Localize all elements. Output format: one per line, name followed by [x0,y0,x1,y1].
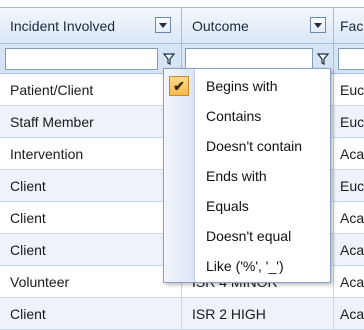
filter-icon[interactable] [162,52,176,66]
column-header-label: Incident Involved [10,17,116,34]
cell-incident: Volunteer [0,266,182,297]
cell-incident: Client [0,170,182,201]
menu-item-begins-with[interactable]: ✔ Begins with [164,71,330,101]
column-header-incident-involved[interactable]: Incident Involved [0,7,182,44]
cell-incident: Client [0,298,182,329]
filter-input-facility[interactable] [338,48,364,70]
filter-cell-incident [0,44,182,74]
menu-item-label: Contains [206,108,262,124]
cell-facility: Aca [334,266,364,297]
menu-item-label: Doesn't equal [206,228,292,244]
menu-item-doesnt-contain[interactable]: Doesn't contain [164,131,330,161]
column-header-label: Fac [340,17,364,34]
incident-grid: Incident Involved Outcome Fac Patient/Cl… [0,0,364,330]
cell-incident: Client [0,202,182,233]
menu-item-contains[interactable]: Contains [164,101,330,131]
menu-item-like[interactable]: Like ('%', '_') [164,251,330,281]
menu-item-label: Doesn't contain [206,138,303,154]
menu-item-label: Equals [206,198,249,214]
table-row[interactable]: Client ISR 2 HIGH Aca [0,298,364,330]
menu-item-equals[interactable]: Equals [164,191,330,221]
filter-input-outcome[interactable] [185,48,313,70]
menu-item-doesnt-equal[interactable]: Doesn't equal [164,221,330,251]
cell-facility: Aca [334,202,364,233]
cell-incident: Staff Member [0,106,182,137]
column-header-facility[interactable]: Fac [334,7,364,44]
cell-facility: Euc [334,74,364,105]
cell-facility: Euc [334,170,364,201]
menu-item-label: Ends with [206,168,267,184]
cell-outcome: ISR 2 HIGH [182,298,334,329]
column-menu-dropdown-icon[interactable] [155,17,171,33]
column-menu-dropdown-icon[interactable] [310,17,326,33]
filter-input-incident[interactable] [5,48,158,70]
menu-item-label: Begins with [206,78,278,94]
menu-item-ends-with[interactable]: Ends with [164,161,330,191]
cell-facility: Aca [334,138,364,169]
cell-facility: Aca [334,298,364,329]
menu-item-label: Like ('%', '_') [206,258,284,274]
filter-condition-menu: ✔ Begins with Contains Doesn't contain E… [163,68,331,283]
cell-incident: Intervention [0,138,182,169]
cell-facility: Aca [334,234,364,265]
filter-cell-facility [334,44,364,74]
cell-facility: Euc [334,106,364,137]
check-icon: ✔ [169,76,189,96]
column-header-label: Outcome [192,17,249,34]
cell-incident: Client [0,234,182,265]
filter-icon[interactable] [316,52,330,66]
column-header-outcome[interactable]: Outcome [182,7,334,44]
cell-incident: Patient/Client [0,74,182,105]
